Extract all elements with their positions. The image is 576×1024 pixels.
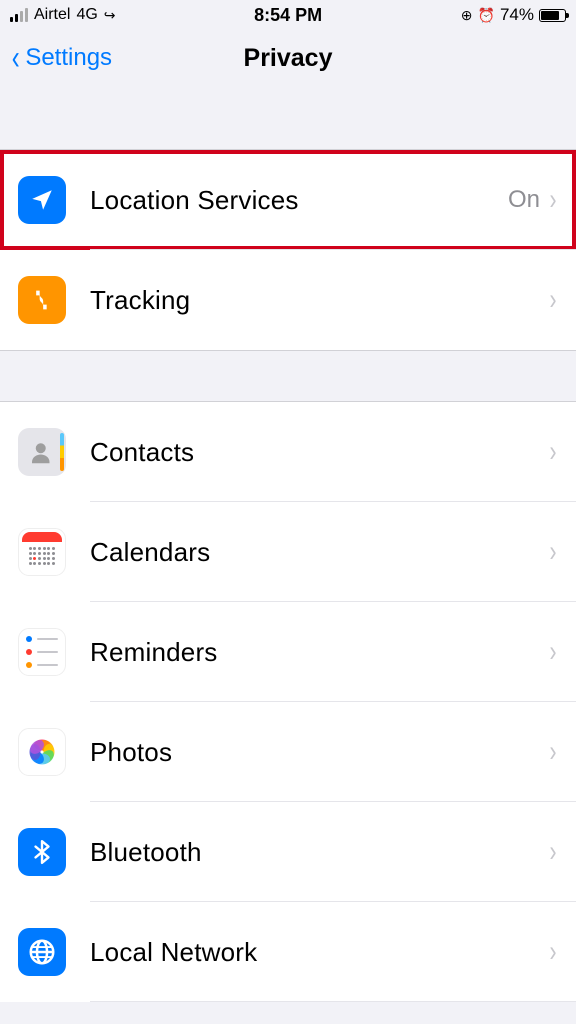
calendar-icon xyxy=(18,528,66,576)
network-label: 4G xyxy=(76,6,97,24)
battery-icon xyxy=(539,9,566,22)
chevron-right-icon: › xyxy=(550,535,557,569)
bluetooth-icon xyxy=(18,828,66,876)
row-calendars[interactable]: Calendars › xyxy=(0,502,576,602)
row-contacts[interactable]: Contacts › xyxy=(0,402,576,502)
chevron-right-icon: › xyxy=(550,283,557,317)
row-label: Tracking xyxy=(90,285,548,316)
status-bar: Airtel 4G ↪ 8:54 PM ⊕ ⏰ 74% xyxy=(0,0,576,28)
row-value: On xyxy=(508,186,540,214)
status-right: ⊕ ⏰ 74% xyxy=(461,5,566,25)
contacts-icon xyxy=(18,428,66,476)
alarm-icon: ⏰ xyxy=(478,7,495,24)
row-location-services[interactable]: Location Services On › xyxy=(0,150,576,250)
row-label: Photos xyxy=(90,737,548,768)
carrier-label: Airtel xyxy=(34,6,70,24)
row-label: Calendars xyxy=(90,537,548,568)
photos-icon xyxy=(18,728,66,776)
section-spacer xyxy=(0,88,576,150)
tracking-icon xyxy=(18,276,66,324)
call-forward-icon: ↪ xyxy=(104,7,116,24)
row-photos[interactable]: Photos › xyxy=(0,702,576,802)
chevron-right-icon: › xyxy=(550,183,557,217)
chevron-right-icon: › xyxy=(550,935,557,969)
chevron-left-icon: ‹ xyxy=(12,41,20,75)
chevron-right-icon: › xyxy=(550,435,557,469)
globe-icon xyxy=(18,928,66,976)
row-label: Contacts xyxy=(90,437,548,468)
row-reminders[interactable]: Reminders › xyxy=(0,602,576,702)
row-label: Reminders xyxy=(90,637,548,668)
row-bluetooth[interactable]: Bluetooth › xyxy=(0,802,576,902)
section-spacer xyxy=(0,350,576,402)
orientation-lock-icon: ⊕ xyxy=(461,7,473,24)
row-local-network[interactable]: Local Network › xyxy=(0,902,576,1002)
row-label: Bluetooth xyxy=(90,837,548,868)
battery-percent: 74% xyxy=(500,5,534,25)
row-label: Location Services xyxy=(90,185,508,216)
status-time: 8:54 PM xyxy=(254,5,322,26)
signal-icon xyxy=(10,8,28,22)
chevron-right-icon: › xyxy=(550,735,557,769)
nav-header: ‹ Settings Privacy xyxy=(0,28,576,88)
row-label: Local Network xyxy=(90,937,548,968)
row-tracking[interactable]: Tracking › xyxy=(0,250,576,350)
location-arrow-icon xyxy=(18,176,66,224)
chevron-right-icon: › xyxy=(550,835,557,869)
back-label: Settings xyxy=(25,44,112,72)
status-left: Airtel 4G ↪ xyxy=(10,6,116,24)
chevron-right-icon: › xyxy=(550,635,557,669)
reminders-icon xyxy=(18,628,66,676)
back-button[interactable]: ‹ Settings xyxy=(10,41,112,75)
